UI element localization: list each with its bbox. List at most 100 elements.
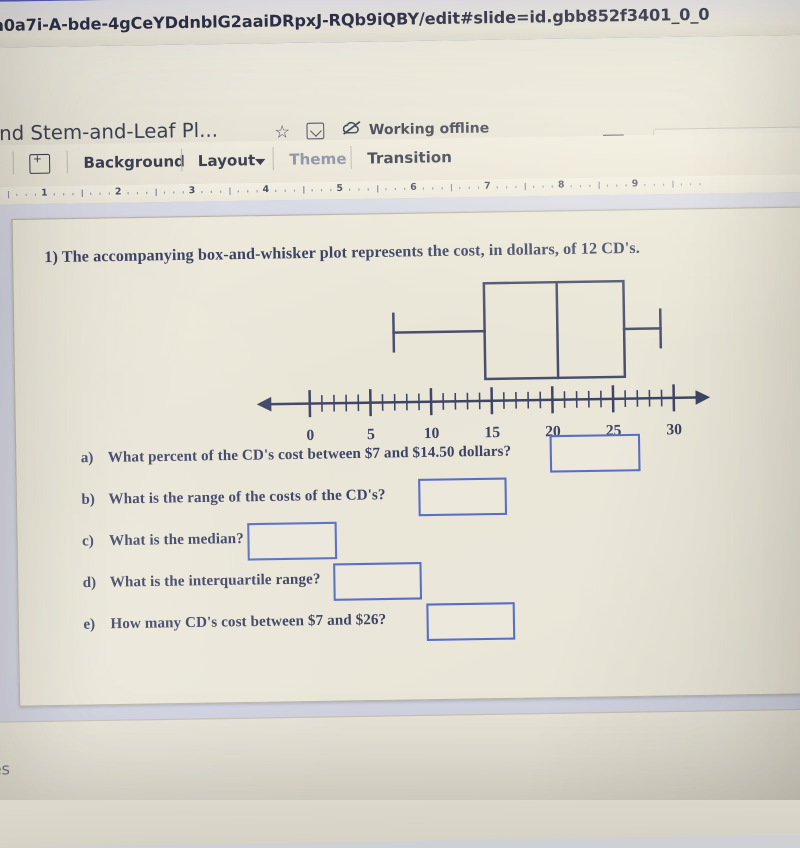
ruler-tick bbox=[497, 186, 498, 188]
ruler-tick bbox=[700, 183, 701, 185]
ruler-tick bbox=[570, 185, 571, 187]
ruler-tick bbox=[441, 187, 442, 189]
transition-button[interactable]: Transition bbox=[367, 150, 452, 168]
ruler-tick bbox=[395, 188, 396, 190]
ruler-tick bbox=[321, 189, 322, 191]
subquestion-text: What is the median? bbox=[109, 530, 244, 550]
ruler-tick bbox=[617, 184, 618, 186]
ruler-number: 9 bbox=[632, 179, 639, 190]
ruler-tick bbox=[506, 186, 507, 188]
ruler-tick bbox=[386, 188, 387, 190]
ruler-tick bbox=[201, 191, 202, 193]
ruler-number: 6 bbox=[410, 182, 417, 193]
ruler-tick bbox=[644, 184, 645, 186]
ruler-number: 3 bbox=[189, 186, 196, 197]
ruler-number: 7 bbox=[484, 181, 491, 192]
ruler-tick bbox=[607, 185, 608, 187]
chevron-down-icon[interactable] bbox=[255, 159, 265, 165]
ruler-tick bbox=[533, 186, 534, 188]
median-line bbox=[557, 282, 559, 378]
answer-box-b[interactable] bbox=[418, 477, 507, 516]
lower-whisker bbox=[394, 331, 485, 332]
speaker-notes-placeholder: ker notes bbox=[0, 760, 10, 780]
answer-box-c[interactable] bbox=[247, 522, 337, 561]
answer-box-e[interactable] bbox=[426, 602, 515, 641]
ruler-tick bbox=[63, 193, 64, 195]
ruler-tick bbox=[404, 188, 405, 190]
new-slide-icon[interactable] bbox=[29, 154, 50, 174]
ruler-tick bbox=[515, 186, 516, 188]
background-button[interactable]: Background bbox=[83, 154, 185, 172]
ruler-tick bbox=[284, 190, 285, 192]
ruler-tick bbox=[210, 191, 211, 193]
answer-box-d[interactable] bbox=[333, 562, 422, 601]
subquestion-letter: e) bbox=[83, 616, 95, 634]
move-to-folder-icon[interactable] bbox=[306, 123, 324, 140]
upper-whisker-cap bbox=[660, 310, 661, 347]
ruler-tick bbox=[17, 194, 18, 196]
ruler-tick bbox=[81, 190, 82, 197]
subquestion-d: d) What is the interquartile range? bbox=[18, 562, 800, 611]
ruler-tick bbox=[100, 193, 101, 195]
subquestion-text: What is the interquartile range? bbox=[110, 571, 321, 592]
ruler-tick bbox=[275, 190, 276, 192]
ruler-tick bbox=[174, 191, 175, 193]
ruler-tick bbox=[35, 194, 36, 196]
ruler-tick bbox=[109, 192, 110, 194]
ruler-tick bbox=[72, 193, 73, 195]
ruler-tick bbox=[543, 186, 544, 188]
ruler-tick bbox=[229, 187, 230, 194]
box-and-whisker-plot: 051015202530 bbox=[13, 206, 800, 459]
ruler-tick bbox=[690, 183, 691, 185]
subquestion-letter: a) bbox=[81, 450, 94, 468]
ruler-tick bbox=[552, 186, 553, 188]
ruler-tick bbox=[432, 187, 433, 189]
axis-tick-label: 5 bbox=[367, 426, 375, 443]
current-slide[interactable]: 1) The accompanying box-and-whisker plot… bbox=[11, 205, 800, 706]
ruler-tick bbox=[663, 184, 664, 186]
offline-cloud-icon[interactable] bbox=[343, 121, 361, 135]
toolbar-divider bbox=[272, 147, 273, 170]
ruler-number: 2 bbox=[115, 187, 122, 198]
axis-tick-label: 0 bbox=[306, 427, 314, 444]
speaker-notes-pane[interactable]: ker notes bbox=[0, 708, 800, 848]
ruler-tick bbox=[330, 189, 331, 191]
ruler-tick bbox=[626, 184, 627, 186]
upper-whisker bbox=[624, 328, 660, 329]
ruler-tick bbox=[146, 192, 147, 194]
theme-button[interactable]: Theme bbox=[289, 151, 346, 169]
ruler-tick bbox=[183, 191, 184, 193]
ruler-tick bbox=[358, 189, 359, 191]
ruler-tick bbox=[303, 186, 304, 193]
subquestion-b: b) What is the range of the costs of the… bbox=[17, 479, 800, 528]
subquestion-e: e) How many CD's cost between $7 and $26… bbox=[19, 604, 800, 653]
ruler-tick bbox=[589, 185, 590, 187]
ruler-number: 8 bbox=[558, 180, 565, 191]
ruler-tick bbox=[653, 184, 654, 186]
ruler-tick bbox=[155, 189, 156, 196]
subquestion-letter: b) bbox=[81, 491, 95, 509]
ruler-tick bbox=[672, 180, 673, 187]
answer-box-a[interactable] bbox=[550, 434, 641, 473]
ruler-tick bbox=[164, 192, 165, 194]
app-header: Plots and Stem-and-Leaf Pl... ☆ Working … bbox=[0, 34, 800, 149]
ruler-tick bbox=[349, 189, 350, 191]
ruler-tick bbox=[247, 190, 248, 192]
axis-arrow-left bbox=[257, 397, 272, 412]
layout-button[interactable]: Layout bbox=[198, 153, 256, 171]
offline-cloud-glyph bbox=[343, 121, 361, 135]
subquestion-text: How many CD's cost between $7 and $26? bbox=[110, 611, 386, 633]
axis-tick-label: 10 bbox=[424, 425, 440, 442]
ruler-tick bbox=[580, 185, 581, 187]
subquestion-text: What is the range of the costs of the CD… bbox=[108, 487, 385, 509]
number-line bbox=[265, 397, 702, 404]
ruler-number: 5 bbox=[336, 184, 343, 195]
ruler-tick bbox=[220, 191, 221, 193]
axis-tick-label: 15 bbox=[484, 424, 500, 441]
ruler-tick bbox=[367, 188, 368, 190]
ruler-tick bbox=[450, 184, 451, 191]
ruler-tick bbox=[312, 189, 313, 191]
toolbar-divider bbox=[13, 151, 14, 174]
ruler-tick bbox=[294, 190, 295, 192]
url-text[interactable]: /d/1XKn0a7i-A-bde-4gCeYDdnblG2aaiDRpxJ-R… bbox=[0, 5, 710, 36]
